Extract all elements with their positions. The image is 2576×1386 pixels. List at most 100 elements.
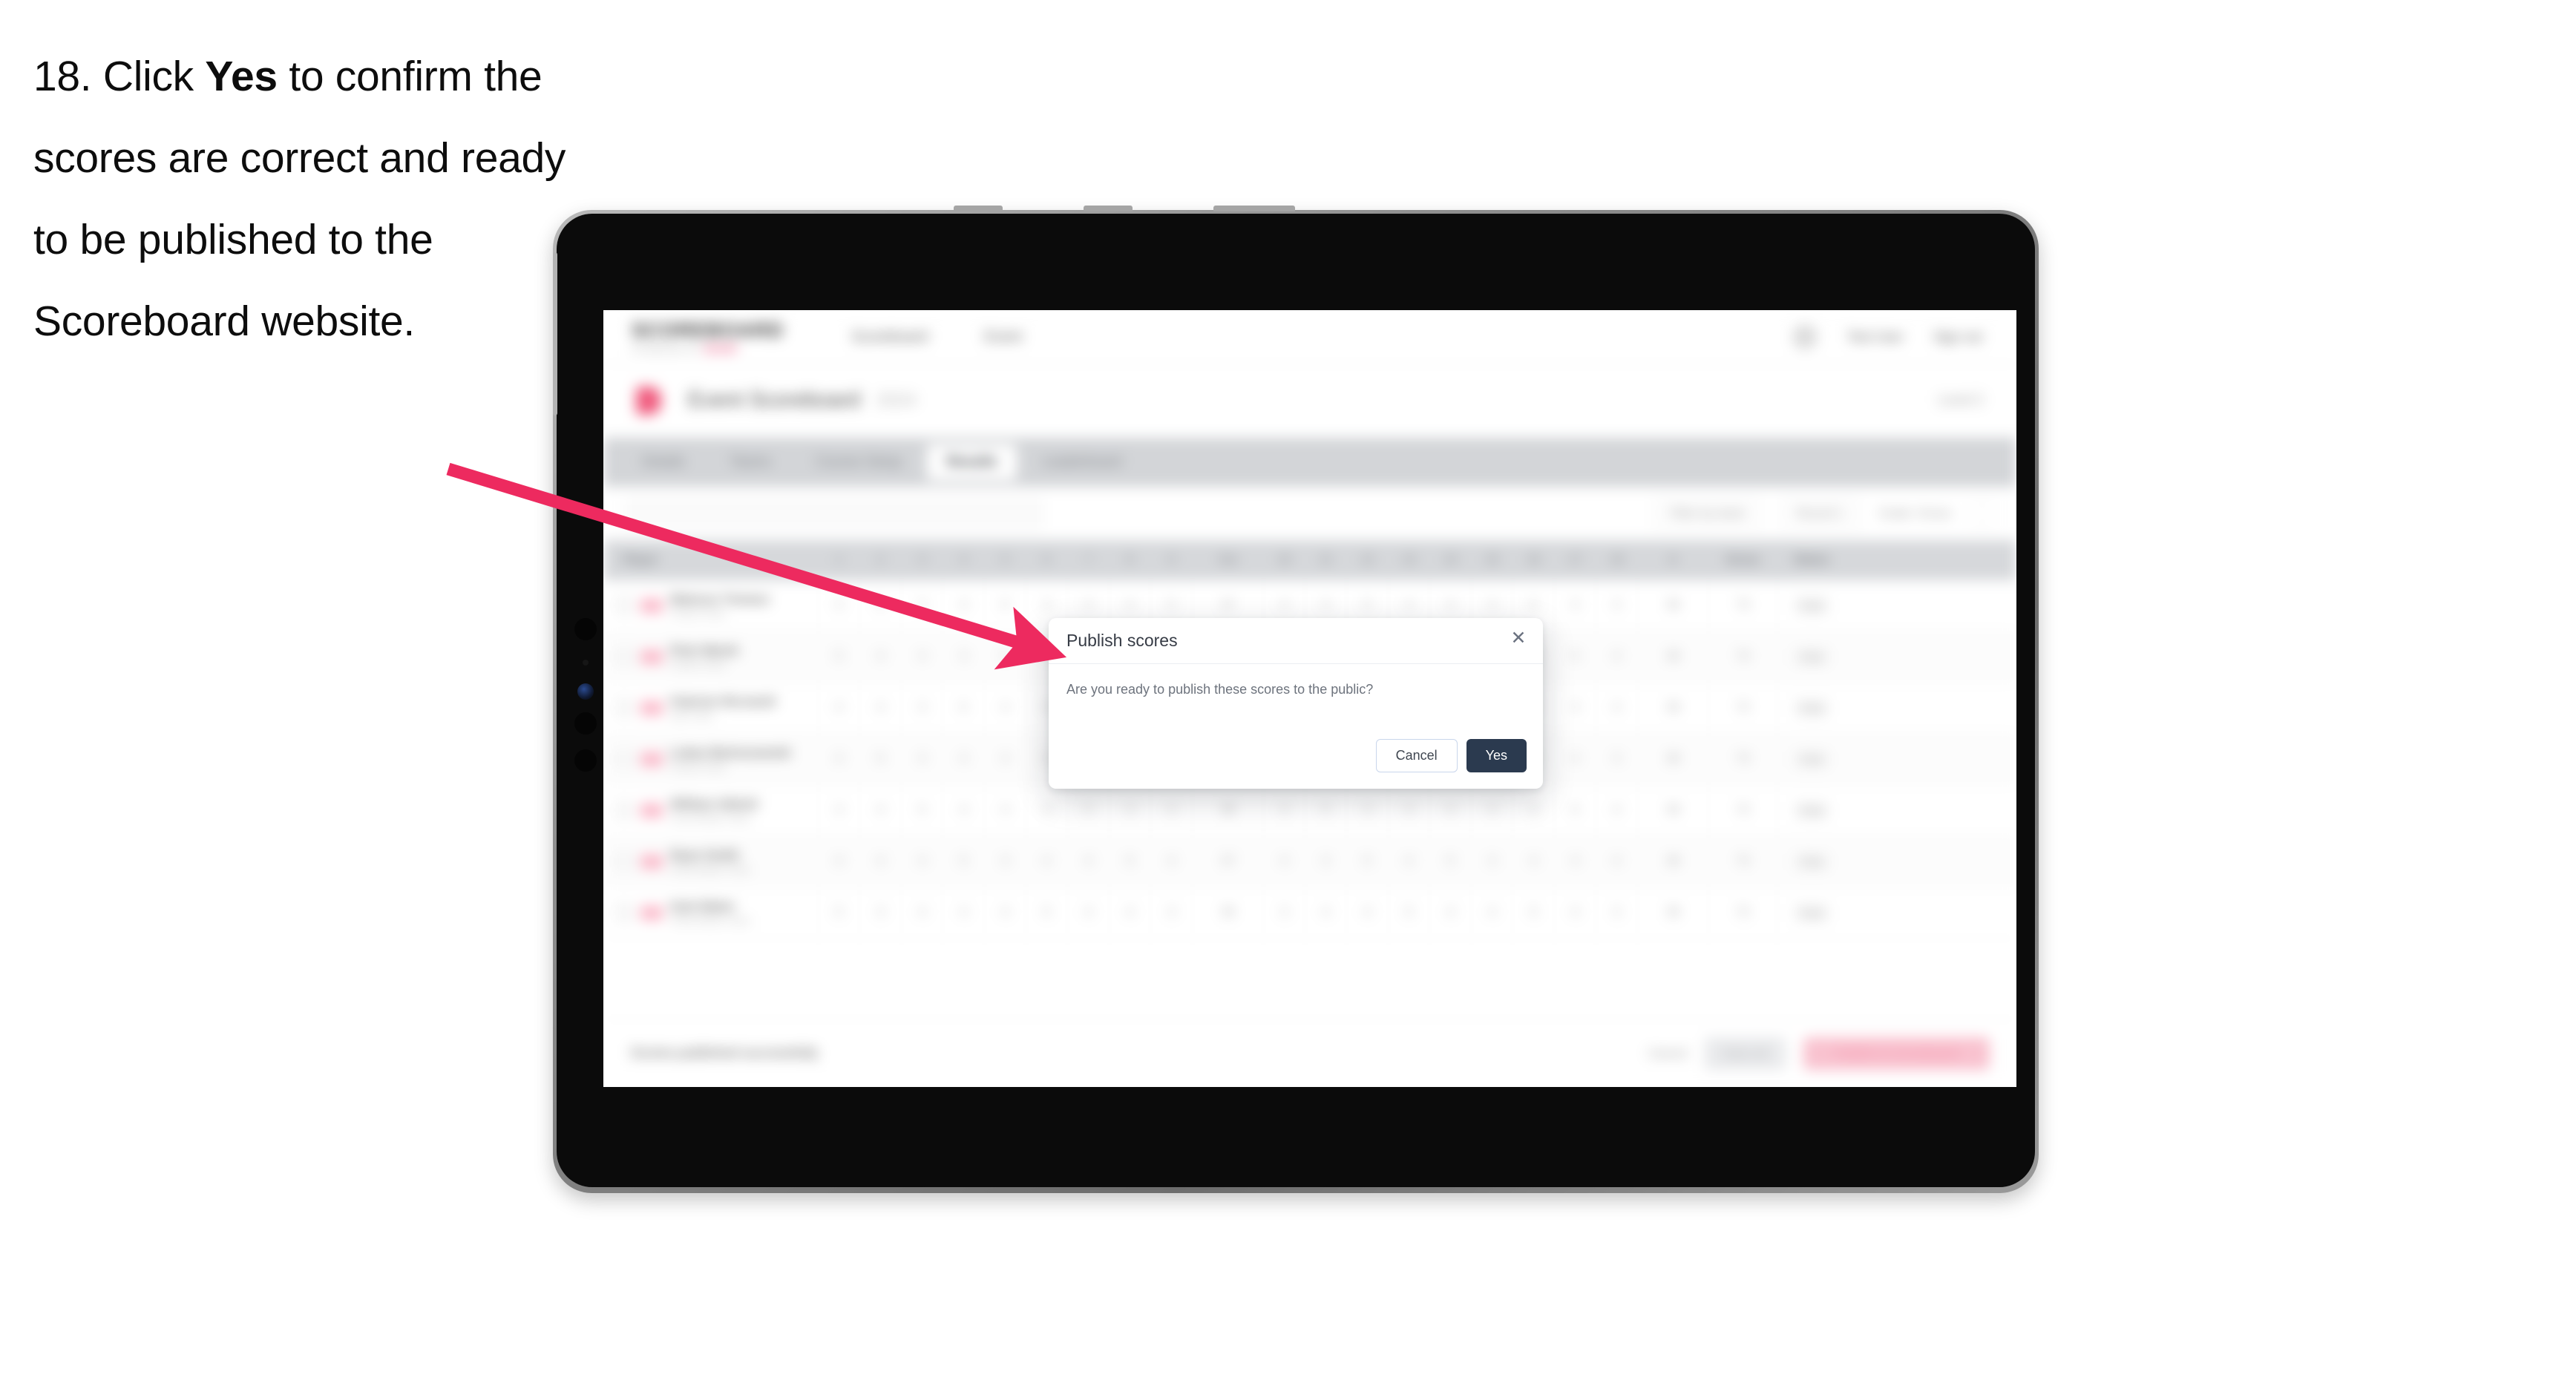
score-cell[interactable]: 3 bbox=[985, 836, 1026, 887]
score-cell[interactable]: 36 bbox=[1193, 785, 1264, 835]
tablet-button-3[interactable] bbox=[1213, 206, 1295, 211]
score-cell[interactable]: 3 bbox=[860, 887, 902, 938]
column-header[interactable]: Status bbox=[1777, 540, 1846, 580]
score-cell[interactable]: 4 bbox=[819, 580, 860, 631]
tab-details[interactable]: Details bbox=[623, 444, 704, 480]
column-header[interactable]: In bbox=[1638, 540, 1709, 580]
score-cell[interactable]: 3 bbox=[1151, 887, 1193, 938]
score-cell[interactable]: 4 bbox=[1068, 887, 1110, 938]
filter-scale-label[interactable]: Scale: Gross bbox=[1879, 506, 1951, 521]
filter-round-select[interactable]: Round 1 bbox=[1780, 498, 1860, 529]
column-header[interactable]: 1 bbox=[819, 540, 860, 580]
score-cell[interactable]: 4 bbox=[985, 683, 1026, 733]
footer-publish-button[interactable]: Publish to Scoreboard bbox=[1803, 1037, 1990, 1070]
tablet-button-2[interactable] bbox=[1084, 206, 1133, 211]
row-checkbox[interactable] bbox=[615, 853, 633, 870]
score-cell[interactable]: 4 bbox=[819, 836, 860, 887]
score-cell[interactable]: 3 bbox=[1264, 887, 1305, 938]
score-cell[interactable]: 36 bbox=[1193, 887, 1264, 938]
score-cell[interactable]: 5 bbox=[1305, 785, 1347, 835]
score-cell[interactable]: 4 bbox=[1596, 836, 1638, 887]
score-cell[interactable]: 4 bbox=[1555, 734, 1596, 784]
footer-cancel-button[interactable]: Cancel bbox=[1648, 1037, 1687, 1070]
score-cell[interactable]: 4 bbox=[1151, 836, 1193, 887]
row-checkbox[interactable] bbox=[615, 904, 633, 922]
row-checkbox[interactable] bbox=[615, 801, 633, 819]
column-header[interactable]: 10 bbox=[1264, 540, 1305, 580]
column-header[interactable]: 14 bbox=[1430, 540, 1472, 580]
score-cell[interactable]: 3 bbox=[1472, 836, 1513, 887]
score-cell[interactable]: 36 bbox=[1638, 631, 1709, 682]
score-cell[interactable]: 5 bbox=[1430, 836, 1472, 887]
tab-results[interactable]: Results bbox=[927, 444, 1017, 480]
score-cell[interactable]: 4 bbox=[1472, 785, 1513, 835]
nav-link-scoreboard[interactable]: Scoreboard bbox=[851, 329, 928, 346]
score-cell[interactable]: 4 bbox=[902, 734, 943, 784]
score-cell[interactable]: 4 bbox=[1305, 887, 1347, 938]
footer-save-button[interactable]: Save all bbox=[1705, 1037, 1786, 1070]
score-cell[interactable]: 5 bbox=[943, 683, 985, 733]
score-cell[interactable]: 4 bbox=[819, 683, 860, 733]
score-cell[interactable]: 36 bbox=[1638, 785, 1709, 835]
score-cell[interactable]: 4 bbox=[1472, 887, 1513, 938]
total-cell[interactable]: Final bbox=[1777, 683, 1846, 733]
table-row[interactable]: Kyle Baker Great Britain Team 5 3 4 4 4 5 4 4 3 36 3… bbox=[603, 887, 2016, 939]
total-cell[interactable]: 73 bbox=[1709, 836, 1777, 887]
total-cell[interactable]: Final bbox=[1777, 836, 1846, 887]
score-cell[interactable]: 36 bbox=[1638, 580, 1709, 631]
nav-link-event[interactable]: Event bbox=[984, 329, 1022, 346]
score-cell[interactable]: 4 bbox=[985, 785, 1026, 835]
total-cell[interactable]: 72 bbox=[1709, 785, 1777, 835]
row-checkbox[interactable] bbox=[615, 648, 633, 666]
score-cell[interactable]: 3 bbox=[1596, 734, 1638, 784]
score-cell[interactable]: 3 bbox=[1347, 785, 1389, 835]
score-cell[interactable]: 5 bbox=[819, 631, 860, 682]
cancel-button[interactable]: Cancel bbox=[1375, 739, 1458, 772]
total-cell[interactable]: 73 bbox=[1709, 580, 1777, 631]
column-header[interactable]: 6 bbox=[1026, 540, 1068, 580]
total-cell[interactable]: 73 bbox=[1709, 734, 1777, 784]
score-cell[interactable]: 4 bbox=[1430, 785, 1472, 835]
score-cell[interactable]: 3 bbox=[1110, 785, 1151, 835]
search-input[interactable] bbox=[626, 499, 1043, 528]
column-header[interactable]: 11 bbox=[1305, 540, 1347, 580]
score-cell[interactable]: 5 bbox=[985, 631, 1026, 682]
total-cell[interactable]: 72 bbox=[1709, 887, 1777, 938]
score-cell[interactable]: 4 bbox=[860, 631, 902, 682]
column-header[interactable]: 17 bbox=[1555, 540, 1596, 580]
score-cell[interactable]: 4 bbox=[943, 580, 985, 631]
score-cell[interactable]: 5 bbox=[1068, 785, 1110, 835]
total-cell[interactable]: Final bbox=[1777, 580, 1846, 631]
total-cell[interactable]: Final bbox=[1777, 785, 1846, 835]
score-cell[interactable]: 4 bbox=[1026, 836, 1068, 887]
score-cell[interactable]: 36 bbox=[1638, 836, 1709, 887]
column-header[interactable]: 4 bbox=[943, 540, 985, 580]
score-cell[interactable]: 5 bbox=[1110, 836, 1151, 887]
score-cell[interactable]: 4 bbox=[1596, 785, 1638, 835]
score-cell[interactable]: 4 bbox=[1596, 580, 1638, 631]
score-cell[interactable]: 4 bbox=[1513, 836, 1555, 887]
score-cell[interactable]: 3 bbox=[943, 631, 985, 682]
score-cell[interactable]: 3 bbox=[902, 683, 943, 733]
score-cell[interactable]: 4 bbox=[1555, 887, 1596, 938]
score-cell[interactable]: 4 bbox=[860, 836, 902, 887]
brand-logo[interactable]: SCOREBOARD POWERED BY SPORT bbox=[632, 319, 795, 355]
total-cell[interactable]: Final bbox=[1777, 734, 1846, 784]
tab-course-setup[interactable]: Course Setup bbox=[796, 444, 921, 480]
score-cell[interactable]: 4 bbox=[1264, 785, 1305, 835]
score-cell[interactable]: 5 bbox=[1389, 887, 1430, 938]
column-header[interactable]: 7 bbox=[1068, 540, 1110, 580]
close-icon[interactable]: ✕ bbox=[1509, 628, 1528, 648]
score-cell[interactable]: 4 bbox=[1110, 887, 1151, 938]
row-checkbox[interactable] bbox=[615, 597, 633, 614]
filter-team-select[interactable]: Filter by team bbox=[1654, 498, 1762, 529]
score-cell[interactable]: 36 bbox=[1638, 887, 1709, 938]
score-cell[interactable]: 4 bbox=[943, 785, 985, 835]
nav-sign-out[interactable]: Sign out bbox=[1933, 329, 1982, 345]
score-cell[interactable]: 3 bbox=[902, 580, 943, 631]
score-cell[interactable]: 37 bbox=[1193, 836, 1264, 887]
score-cell[interactable]: 4 bbox=[902, 836, 943, 887]
user-avatar-icon[interactable] bbox=[1792, 324, 1818, 349]
score-cell[interactable]: 3 bbox=[1513, 785, 1555, 835]
score-cell[interactable]: 4 bbox=[1430, 887, 1472, 938]
